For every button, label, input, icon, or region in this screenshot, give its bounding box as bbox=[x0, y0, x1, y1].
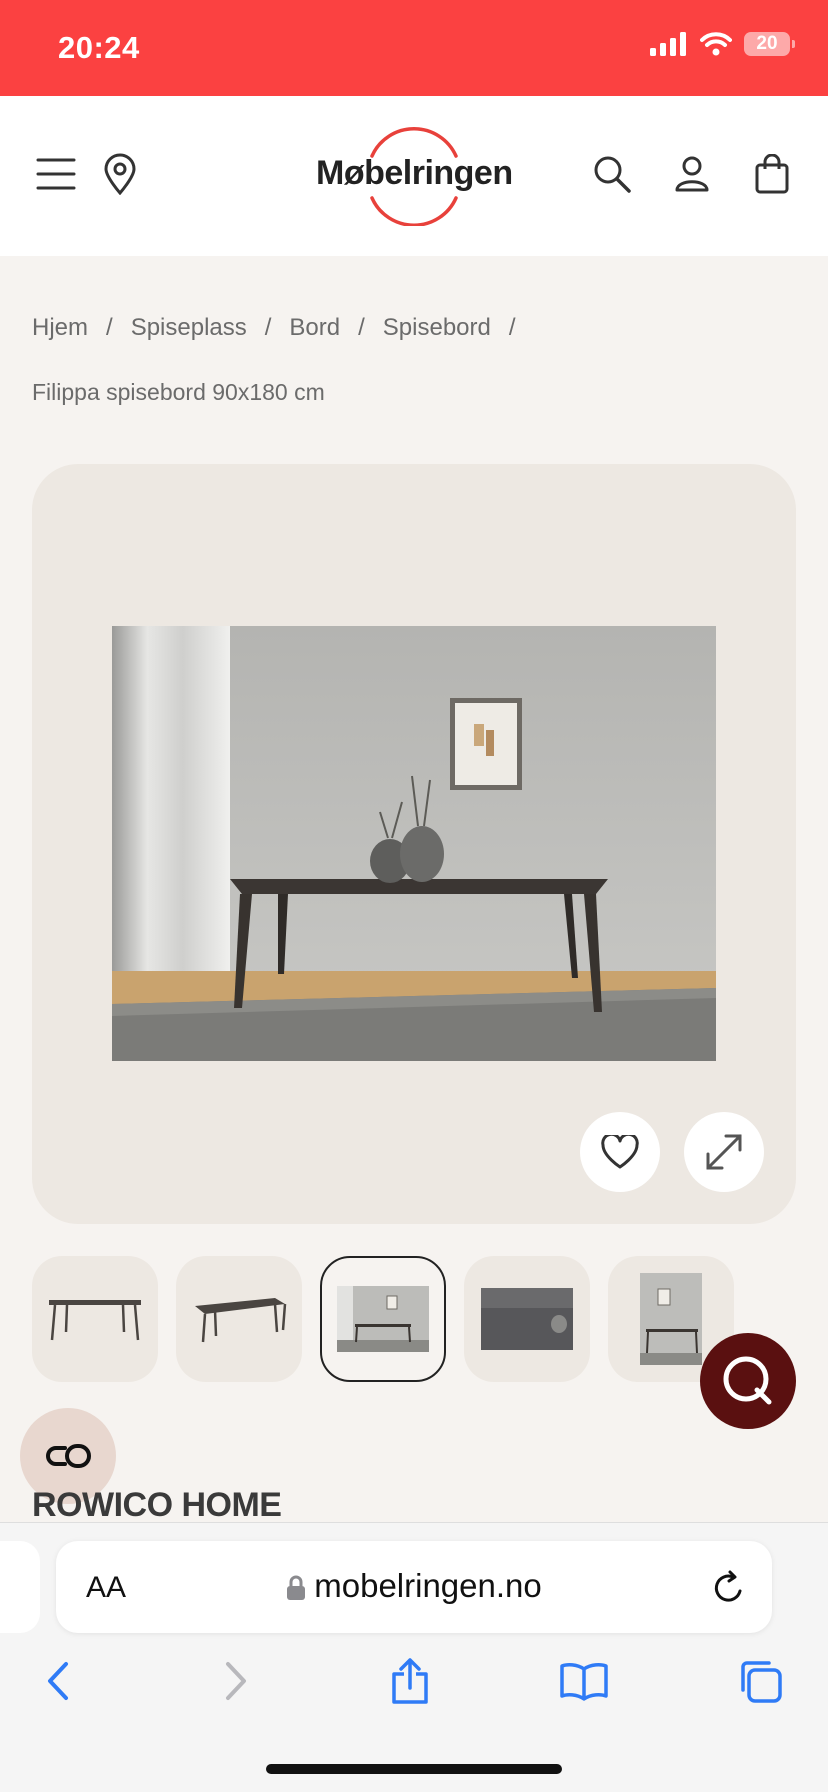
previous-tab-preview[interactable] bbox=[0, 1541, 40, 1633]
product-brand[interactable]: ROWICO HOME bbox=[32, 1486, 282, 1525]
site-logo[interactable]: Møbelringen bbox=[316, 126, 513, 226]
breadcrumb-separator: / bbox=[106, 314, 113, 341]
thumbnail-active[interactable] bbox=[320, 1256, 446, 1382]
url-text: mobelringen.no bbox=[314, 1567, 542, 1604]
bookmarks-icon[interactable] bbox=[554, 1653, 614, 1709]
thumbnail[interactable] bbox=[176, 1256, 302, 1382]
search-icon[interactable] bbox=[590, 152, 634, 196]
thumbnail[interactable] bbox=[464, 1256, 590, 1382]
home-indicator[interactable] bbox=[266, 1764, 562, 1774]
breadcrumb-current: Filippa spisebord 90x180 cm bbox=[32, 379, 325, 405]
breadcrumb-separator: / bbox=[264, 314, 272, 341]
accessibility-icon bbox=[46, 1444, 91, 1468]
tabs-icon[interactable] bbox=[730, 1653, 790, 1709]
reload-icon[interactable] bbox=[712, 1569, 746, 1610]
battery-icon: 20 bbox=[744, 32, 795, 56]
forward-icon[interactable] bbox=[206, 1653, 266, 1709]
thumbnail[interactable] bbox=[32, 1256, 158, 1382]
site-header: Møbelringen bbox=[0, 96, 828, 256]
wishlist-button[interactable] bbox=[580, 1112, 660, 1192]
logo-text: Møbelringen bbox=[316, 154, 513, 192]
cart-icon[interactable] bbox=[750, 152, 794, 196]
status-bar: 20:24 20 bbox=[0, 0, 828, 96]
battery-level: 20 bbox=[756, 33, 778, 54]
status-time: 20:24 bbox=[58, 30, 140, 65]
lock-icon bbox=[287, 1575, 306, 1601]
heart-icon bbox=[601, 1135, 639, 1169]
expand-icon bbox=[706, 1134, 742, 1170]
signal-icon bbox=[650, 32, 686, 56]
status-indicators: 20 bbox=[650, 32, 795, 56]
back-icon[interactable] bbox=[28, 1653, 88, 1709]
account-icon[interactable] bbox=[670, 152, 714, 196]
product-gallery bbox=[32, 464, 796, 1224]
product-main-image[interactable] bbox=[112, 626, 716, 1061]
breadcrumb-spisebord[interactable]: Spisebord bbox=[383, 314, 491, 342]
breadcrumb-bord[interactable]: Bord bbox=[289, 314, 340, 342]
share-icon[interactable] bbox=[380, 1653, 440, 1709]
breadcrumb-home[interactable]: Hjem bbox=[32, 314, 88, 342]
chat-button[interactable] bbox=[700, 1333, 796, 1429]
breadcrumb-separator: / bbox=[508, 314, 516, 341]
location-icon[interactable] bbox=[98, 152, 142, 196]
breadcrumb-separator: / bbox=[358, 314, 365, 341]
browser-chrome: AA mobelringen.no bbox=[0, 1522, 828, 1792]
menu-icon[interactable] bbox=[34, 152, 78, 196]
address-bar[interactable]: AA mobelringen.no bbox=[56, 1541, 772, 1633]
chat-icon bbox=[723, 1356, 772, 1405]
breadcrumb: Hjem / Spiseplass / Bord / Spisebord / bbox=[32, 314, 516, 342]
breadcrumb-spiseplass[interactable]: Spiseplass bbox=[131, 314, 247, 342]
wifi-icon bbox=[700, 32, 732, 56]
url-field[interactable]: mobelringen.no bbox=[56, 1567, 772, 1605]
expand-image-button[interactable] bbox=[684, 1112, 764, 1192]
